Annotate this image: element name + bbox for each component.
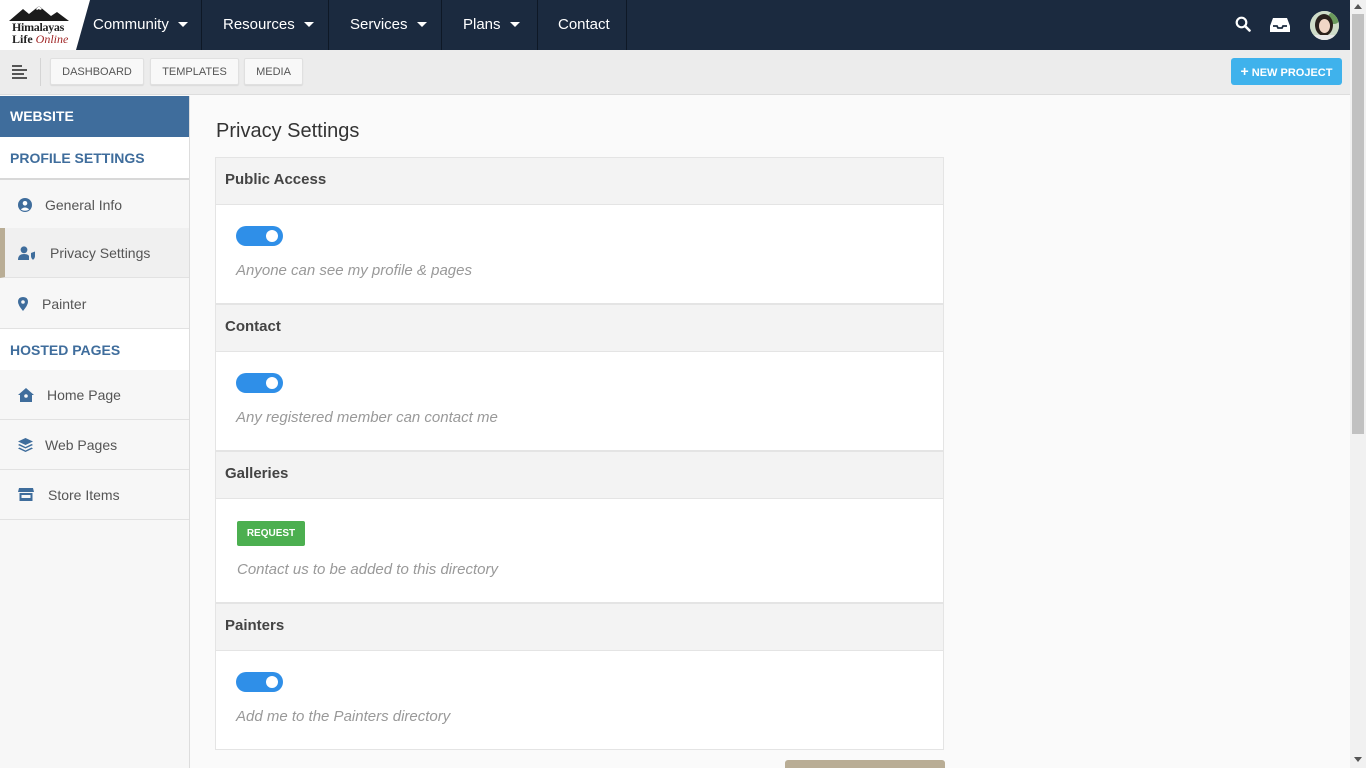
sidebar-item-painter[interactable]: Painter (0, 279, 189, 329)
plus-icon: + (1240, 63, 1249, 79)
logo-online: Online (35, 32, 69, 46)
page-scrollbar[interactable] (1350, 0, 1366, 768)
sidebar-item-label: Privacy Settings (50, 245, 151, 261)
page-title: Privacy Settings (216, 120, 360, 142)
nav-resources-label: Resources (223, 16, 295, 33)
nav-resources[interactable]: Resources (210, 0, 329, 50)
toolbar-divider (40, 58, 41, 86)
logo-line-2: Life Online (12, 32, 68, 47)
site-logo[interactable]: Himalayas Life Online (0, 0, 90, 50)
sidebar-item-label: General Info (45, 197, 123, 213)
logo-life: Life (12, 32, 33, 46)
sidebar-item-label: Home Page (47, 387, 121, 403)
nav-community-label: Community (93, 16, 169, 33)
sidebar-section-hosted-pages: HOSTED PAGES (0, 329, 189, 372)
toggle-knob (266, 676, 278, 688)
layers-icon (18, 438, 33, 452)
scroll-down-arrow-icon[interactable] (1354, 757, 1362, 762)
nav-services[interactable]: Services (337, 0, 442, 50)
nav-plans[interactable]: Plans (450, 0, 538, 50)
section-heading-public-access: Public Access (215, 157, 944, 205)
toolbar: DASHBOARD TEMPLATES MEDIA + NEW PROJECT (0, 50, 1350, 95)
inbox-icon[interactable] (1269, 17, 1291, 33)
new-project-button[interactable]: + NEW PROJECT (1231, 58, 1342, 85)
store-icon (18, 488, 34, 501)
mountain-icon (9, 6, 69, 21)
sidebar: WEBSITE PROFILE SETTINGS General Info Pr… (0, 96, 190, 768)
caret-down-icon (177, 21, 188, 27)
top-navbar: Himalayas Life Online Community Resource… (0, 0, 1350, 50)
contact-toggle[interactable] (236, 373, 283, 393)
user-shield-icon (18, 246, 35, 260)
caret-down-icon (509, 21, 520, 27)
sidebar-item-label: Painter (42, 296, 87, 312)
caret-down-icon (303, 21, 314, 27)
scroll-thumb[interactable] (1352, 14, 1364, 434)
scroll-up-arrow-icon[interactable] (1354, 4, 1362, 9)
sidebar-header: WEBSITE (0, 96, 189, 137)
request-button[interactable]: REQUEST (237, 521, 305, 546)
sidebar-item-general-info[interactable]: General Info (0, 180, 189, 230)
nav-services-label: Services (350, 16, 408, 33)
user-circle-icon (18, 198, 32, 212)
sidebar-item-store-items[interactable]: Store Items (0, 470, 189, 520)
public-access-description: Anyone can see my profile & pages (236, 262, 472, 279)
sidebar-item-label: Web Pages (45, 437, 118, 453)
section-heading-painters: Painters (215, 603, 944, 651)
search-icon[interactable] (1235, 16, 1251, 32)
align-left-menu-icon[interactable] (12, 64, 28, 80)
section-body-galleries (215, 499, 944, 603)
user-avatar[interactable] (1310, 11, 1339, 40)
contact-description: Any registered member can contact me (236, 409, 498, 426)
sidebar-item-home-page[interactable]: Home Page (0, 370, 189, 420)
nav-plans-label: Plans (463, 16, 501, 33)
home-icon (18, 388, 34, 402)
nav-community[interactable]: Community (80, 0, 202, 50)
sidebar-item-label: Store Items (48, 487, 120, 503)
templates-button[interactable]: TEMPLATES (150, 58, 239, 85)
section-body-painters (215, 651, 944, 750)
media-button[interactable]: MEDIA (244, 58, 303, 85)
galleries-description: Contact us to be added to this directory (237, 561, 498, 578)
section-heading-galleries: Galleries (215, 451, 944, 499)
section-heading-contact: Contact (215, 304, 944, 352)
save-button[interactable] (785, 760, 945, 768)
nav-contact-label: Contact (558, 16, 610, 33)
avatar-image (1310, 11, 1339, 40)
dashboard-button[interactable]: DASHBOARD (50, 58, 144, 85)
public-access-toggle[interactable] (236, 226, 283, 246)
toggle-knob (266, 377, 278, 389)
map-marker-icon (18, 297, 28, 311)
toggle-knob (266, 230, 278, 242)
nav-contact[interactable]: Contact (545, 0, 627, 50)
section-body-public-access (215, 205, 944, 304)
sidebar-item-privacy-settings[interactable]: Privacy Settings (0, 228, 189, 278)
caret-down-icon (416, 21, 427, 27)
painters-toggle[interactable] (236, 672, 283, 692)
new-project-label: NEW PROJECT (1251, 67, 1333, 79)
painters-description: Add me to the Painters directory (236, 708, 451, 725)
sidebar-item-web-pages[interactable]: Web Pages (0, 420, 189, 470)
sidebar-section-profile-settings: PROFILE SETTINGS (0, 137, 189, 180)
section-body-contact (215, 352, 944, 451)
